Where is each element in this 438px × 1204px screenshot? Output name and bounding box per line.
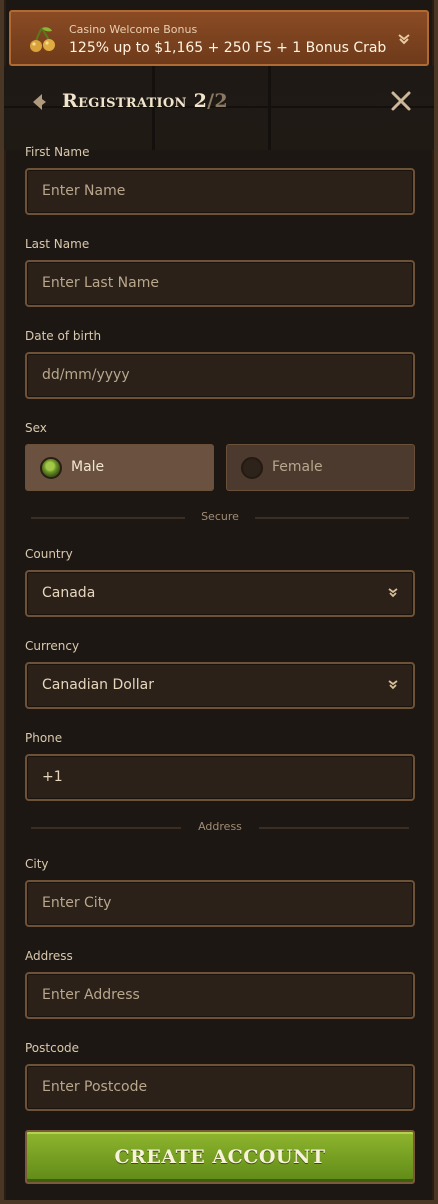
cherry-icon [30,27,55,52]
currency-label: Currency [25,639,80,653]
secure-divider-label: Secure [201,510,239,523]
sex-label: Sex [25,421,47,435]
back-arrow-icon[interactable] [30,93,48,111]
first-name-field[interactable] [25,168,415,215]
page-title: Registration 2/2 [62,90,228,112]
city-label: City [25,857,49,871]
welcome-bonus-bar[interactable]: Casino Welcome Bonus 125% up to $1,165 +… [9,10,429,66]
address-divider: Address [25,820,415,836]
sex-option-male[interactable]: Male [25,444,214,491]
create-account-label: CREATE ACCOUNT [114,1146,326,1168]
phone-field[interactable]: +1 [25,754,415,801]
postcode-input[interactable] [42,1066,382,1109]
city-input[interactable] [42,882,382,925]
phone-label: Phone [25,731,63,745]
header: Registration 2/2 [4,66,434,150]
address-input[interactable] [42,974,382,1017]
address-divider-label: Address [198,820,242,833]
city-field[interactable] [25,880,415,927]
country-label: Country [25,547,73,561]
dob-field[interactable] [25,352,415,399]
first-name-label: First Name [25,145,90,159]
dob-label: Date of birth [25,329,102,343]
bonus-text: 125% up to $1,165 + 250 FS + 1 Bonus Cra… [69,40,387,56]
sex-option-male-label: Male [71,459,105,475]
chevron-down-icon [388,588,398,598]
phone-value[interactable]: +1 [42,756,382,799]
currency-select[interactable]: Canadian Dollar [25,662,415,709]
address-field[interactable] [25,972,415,1019]
postcode-label: Postcode [25,1041,80,1055]
radio-unselected-icon[interactable] [241,457,263,479]
title-text: Registration 2 [62,90,208,112]
chevron-down-icon[interactable] [397,32,411,46]
currency-value: Canadian Dollar [42,677,154,693]
country-value: Canada [42,585,96,601]
last-name-label: Last Name [25,237,90,251]
first-name-input[interactable] [42,170,382,213]
secure-divider: Secure [25,510,415,526]
sex-option-female[interactable]: Female [226,444,415,491]
last-name-input[interactable] [42,262,382,305]
last-name-field[interactable] [25,260,415,307]
create-account-button[interactable]: CREATE ACCOUNT [25,1130,415,1184]
title-step-total: 2 [214,90,228,112]
dob-input[interactable] [42,354,382,397]
radio-selected-icon[interactable] [40,457,62,479]
country-select[interactable]: Canada [25,570,415,617]
close-icon[interactable] [390,90,412,112]
postcode-field[interactable] [25,1064,415,1111]
address-label: Address [25,949,73,963]
chevron-down-icon [388,680,398,690]
bonus-subtitle: Casino Welcome Bonus [69,23,198,36]
sex-option-female-label: Female [272,459,323,475]
